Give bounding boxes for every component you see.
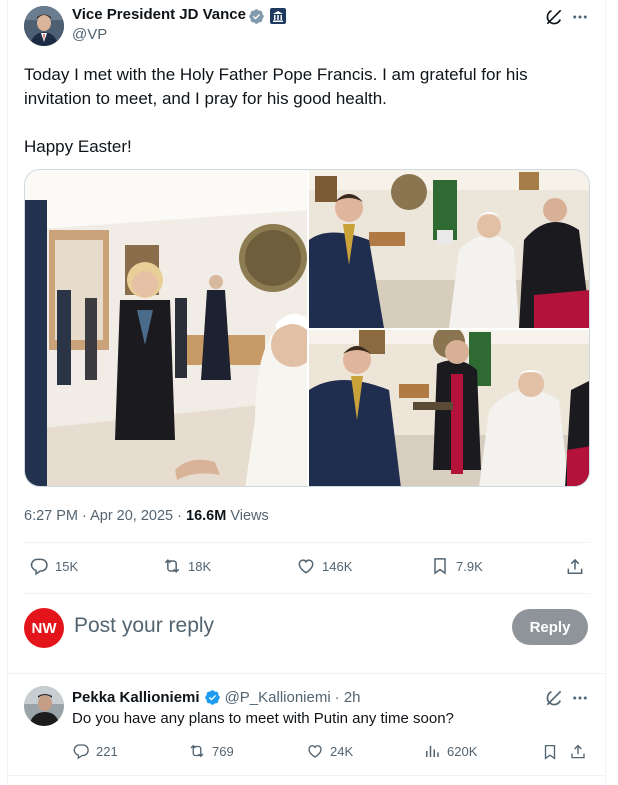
reply-like-count: 24K — [330, 743, 354, 759]
reply-reply-action[interactable]: 221 — [72, 742, 118, 760]
views-count: 16.6M — [186, 508, 227, 524]
divider-reply — [7, 673, 606, 674]
verified-badge-icon — [204, 690, 220, 705]
reply-button[interactable]: Reply — [512, 609, 588, 645]
reply-action[interactable]: 15K — [29, 556, 78, 576]
repost-action[interactable]: 18K — [162, 556, 211, 576]
post-text-line-3: Happy Easter! — [24, 137, 132, 156]
bookmark-icon[interactable] — [540, 742, 560, 762]
like-action[interactable]: 146K — [296, 556, 352, 576]
like-icon — [298, 559, 314, 574]
repost-icon — [190, 744, 204, 758]
share-icon[interactable] — [564, 556, 586, 578]
reply-repost-count: 769 — [212, 743, 234, 759]
bookmark-action[interactable]: 7.9K — [430, 556, 483, 576]
media-grid — [24, 169, 590, 487]
bookmark-count: 7.9K — [456, 558, 483, 574]
repost-icon — [164, 559, 180, 573]
share-icon[interactable] — [568, 742, 588, 762]
reply-icon — [30, 558, 48, 576]
reply-text: Do you have any plans to meet with Putin… — [72, 710, 454, 727]
divider-bottom — [7, 775, 606, 776]
reply-author-avatar[interactable] — [24, 686, 64, 726]
reply-input[interactable]: Post your reply — [74, 614, 214, 638]
verified-badge-icon — [249, 9, 264, 24]
post-text-line-1: Today I met with the Holy Father Pope Fr… — [24, 65, 528, 84]
meta-separator: · — [177, 508, 187, 524]
photo-top-right[interactable] — [309, 170, 589, 328]
repost-count: 18K — [188, 558, 212, 574]
current-user-avatar[interactable]: NW — [24, 608, 64, 648]
reply-icon — [73, 744, 89, 760]
photo-bottom-right[interactable] — [309, 330, 589, 486]
post-timestamp-row: 6:27 PM · Apr 20, 2025 · 16.6M Views — [24, 508, 269, 524]
more-icon[interactable] — [568, 686, 592, 710]
reply-author-name[interactable]: Pekka Kallioniemi — [72, 689, 200, 706]
reply-views-action[interactable]: 620K — [423, 742, 477, 760]
divider-mid — [24, 593, 590, 594]
author-avatar[interactable] — [24, 6, 64, 46]
reply-like-action[interactable]: 24K — [306, 742, 353, 760]
bookmark-icon — [434, 558, 446, 575]
photo-left[interactable] — [25, 170, 307, 486]
reply-author-handle[interactable]: @P_Kallioniemi — [225, 689, 331, 706]
avatar-logo-text: NW — [31, 619, 57, 637]
government-building-icon — [270, 8, 286, 24]
reply-views-count: 620K — [447, 743, 478, 759]
author-handle[interactable]: @VP — [72, 26, 107, 43]
views-label: Views — [230, 508, 269, 524]
grok-icon[interactable] — [542, 686, 566, 710]
post-text-line-2: invitation to meet, and I pray for his g… — [24, 89, 387, 108]
reply-count: 15K — [55, 558, 79, 574]
views-icon — [426, 745, 439, 757]
reply-header: Pekka Kallioniemi @P_Kallioniemi · 2h — [72, 689, 361, 706]
post-timestamp[interactable]: 6:27 PM · Apr 20, 2025 — [24, 508, 173, 524]
reply-timestamp[interactable]: · 2h — [335, 689, 361, 706]
author-name[interactable]: Vice President JD Vance — [72, 6, 246, 23]
grok-icon[interactable] — [542, 5, 566, 29]
like-count: 146K — [322, 558, 353, 574]
divider-top — [24, 542, 590, 543]
like-icon — [308, 745, 322, 758]
reply-repost-action[interactable]: 769 — [188, 742, 234, 760]
reply-reply-count: 221 — [96, 743, 118, 759]
more-icon[interactable] — [568, 5, 592, 29]
